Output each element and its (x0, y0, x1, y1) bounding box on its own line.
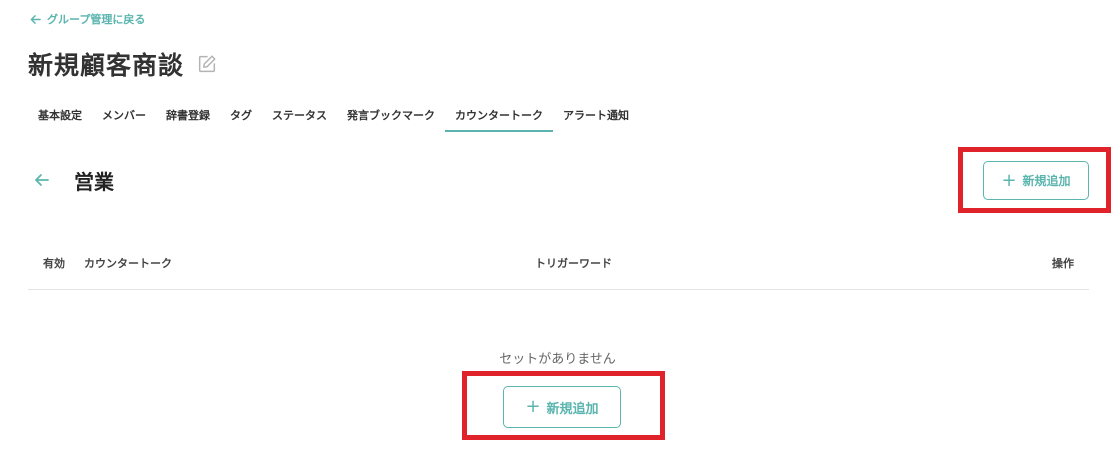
highlight-box-center (462, 371, 665, 440)
tab-bookmarks[interactable]: 発言ブックマーク (337, 100, 445, 132)
back-to-group-management-link[interactable]: グループ管理に戻る (30, 11, 145, 27)
arrow-left-icon (30, 14, 41, 25)
tab-tags[interactable]: タグ (220, 100, 262, 132)
back-link-label: グループ管理に戻る (47, 13, 146, 26)
column-header-enabled: 有効 (43, 257, 65, 270)
tab-alert-notifications[interactable]: アラート通知 (553, 100, 639, 132)
column-header-trigger-word: トリガーワード (535, 257, 612, 270)
tab-counter-talk[interactable]: カウンタートーク (445, 100, 553, 132)
tab-status[interactable]: ステータス (262, 100, 337, 132)
pencil-edit-icon[interactable] (196, 53, 218, 75)
highlight-box-top (958, 147, 1111, 213)
tab-basic-settings[interactable]: 基本設定 (28, 100, 92, 132)
settings-tabs: 基本設定 メンバー 辞書登録 タグ ステータス 発言ブックマーク カウンタートー… (28, 100, 639, 132)
page-title: 新規顧客商談 (28, 51, 185, 80)
column-header-counter-talk: カウンタートーク (84, 257, 172, 270)
tab-members[interactable]: メンバー (92, 100, 156, 132)
section-header: 営業 (28, 164, 1089, 200)
page-header: 新規顧客商談 (28, 44, 218, 84)
back-arrow-icon[interactable] (33, 171, 51, 193)
table-header: 有効 カウンタートーク トリガーワード 操作 (28, 250, 1089, 290)
empty-state-message: セットがありません (499, 352, 616, 367)
section-title: 営業 (74, 170, 114, 194)
column-header-actions: 操作 (1052, 257, 1074, 270)
tab-dictionary[interactable]: 辞書登録 (156, 100, 220, 132)
